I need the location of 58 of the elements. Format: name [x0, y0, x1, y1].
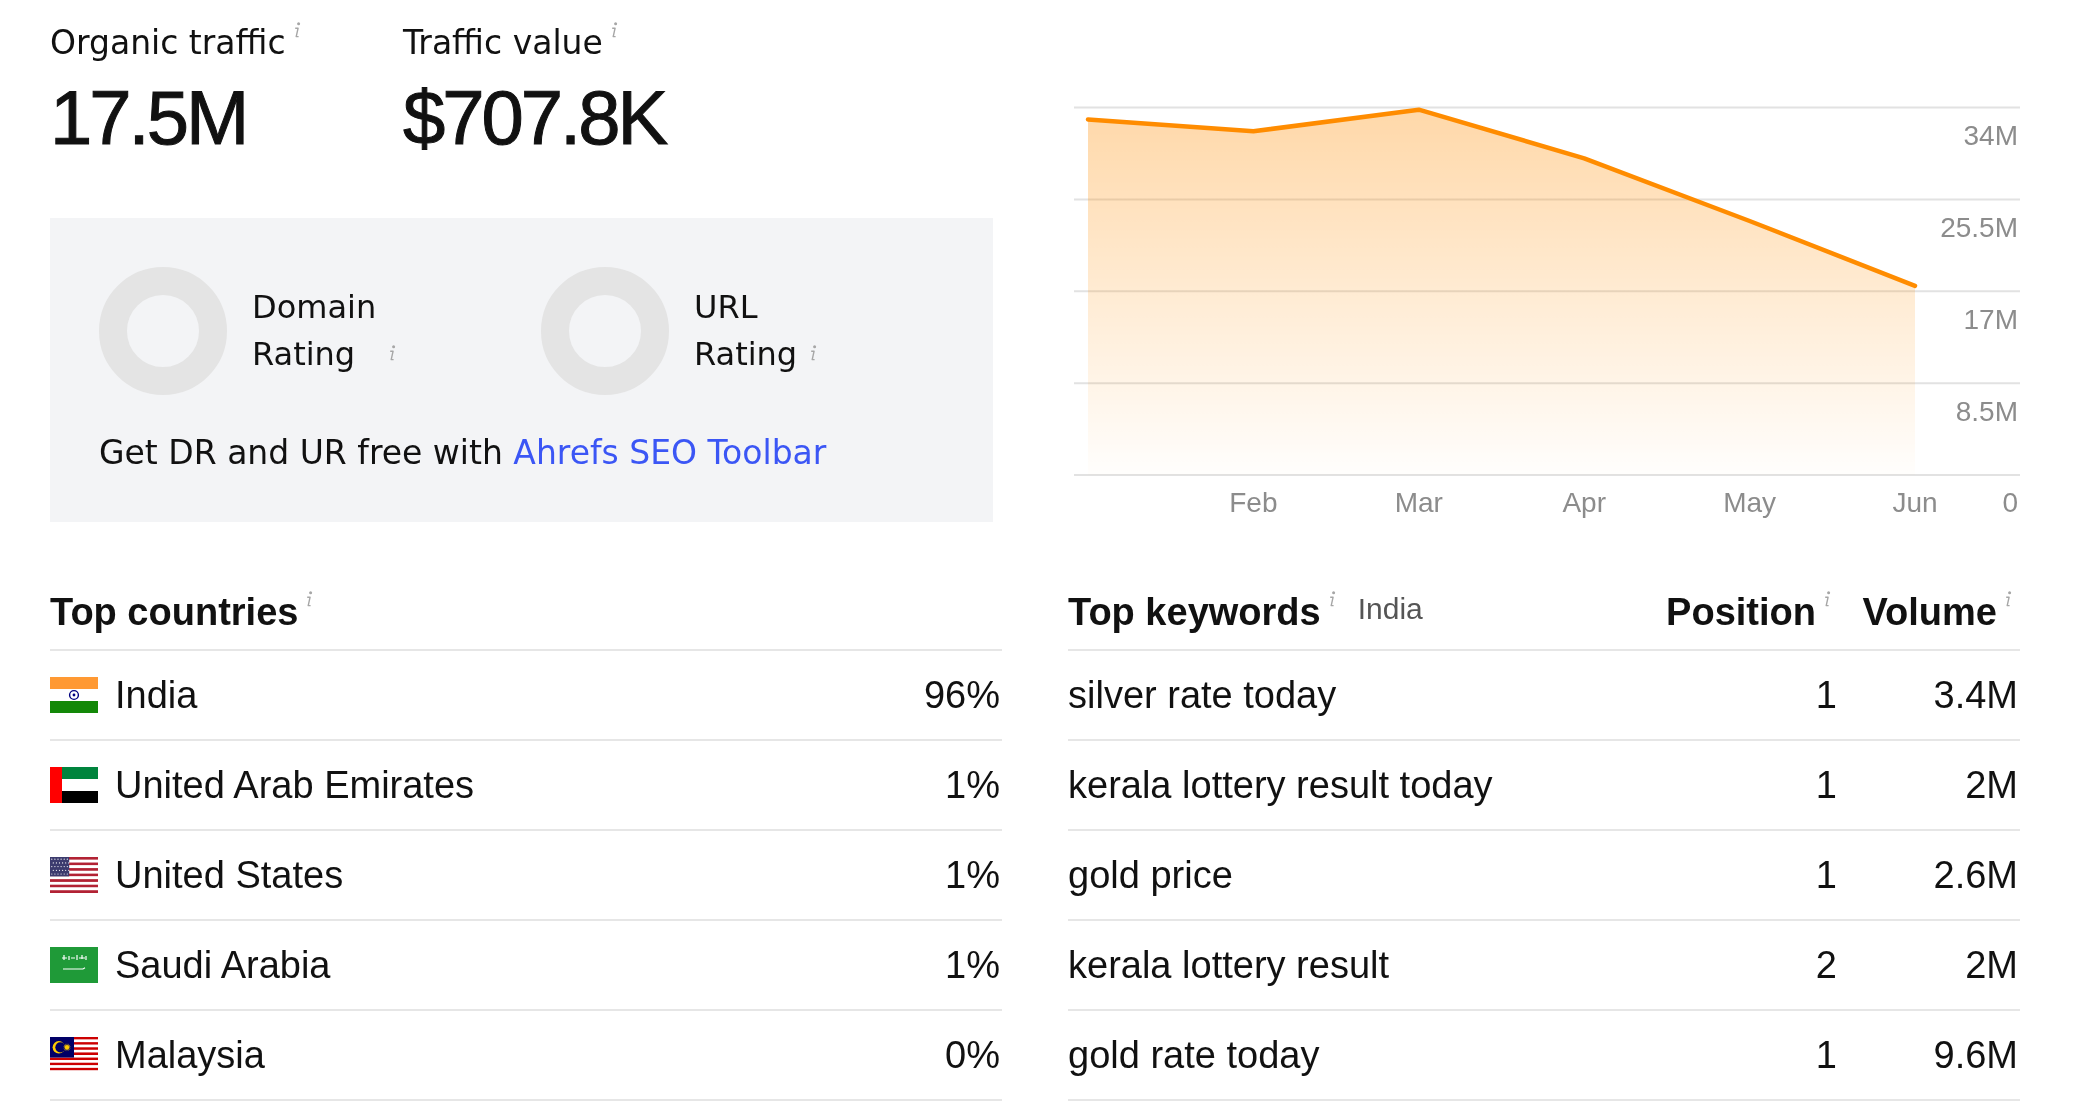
keyword-text: kerala lottery result today	[1068, 763, 1493, 808]
volume-value: 2M	[1965, 763, 2019, 808]
share-value: 0%	[945, 1033, 1001, 1078]
position-value: 1	[1815, 763, 1838, 808]
keyword-text: gold rate today	[1068, 1033, 1320, 1078]
keyword-text: gold price	[1068, 853, 1233, 898]
info-icon[interactable]	[2003, 591, 2012, 607]
country-name: Saudi Arabia	[115, 943, 331, 988]
flag-icon	[50, 1037, 98, 1073]
flag-icon	[50, 767, 98, 803]
position-value: 2	[1815, 943, 1838, 988]
column-header: Position	[1666, 590, 1816, 635]
country-name: United Arab Emirates	[115, 763, 475, 808]
metric-value: 17.5M	[50, 76, 247, 160]
info-icon[interactable]	[387, 345, 397, 361]
axis-label: 0	[2002, 487, 2018, 519]
flag-icon	[50, 857, 98, 893]
share-value: 96%	[923, 673, 1001, 718]
keyword-text: silver rate today	[1068, 673, 1337, 718]
column-header: Volume	[1862, 590, 1997, 635]
country-name: United States	[115, 853, 344, 898]
metric-label: Traffic value	[403, 22, 603, 64]
axis-label: 34M	[1963, 119, 2018, 151]
position-value: 1	[1815, 1033, 1838, 1078]
flag-icon	[50, 947, 98, 983]
info-icon[interactable]	[808, 345, 818, 361]
share-value: 1%	[945, 853, 1001, 898]
country-name: Malaysia	[115, 1033, 265, 1078]
position-value: 1	[1815, 673, 1838, 718]
axis-label: Mar	[1394, 487, 1443, 519]
axis-label: 25.5M	[1940, 211, 2018, 243]
metric-label: Organic traffic	[50, 22, 286, 64]
volume-value: 3.4M	[1933, 673, 2019, 718]
flag-icon	[50, 677, 98, 713]
rating-label: Domain Rating	[252, 287, 377, 375]
position-value: 1	[1815, 853, 1838, 898]
info-icon[interactable]	[1822, 591, 1831, 607]
axis-label: 8.5M	[1955, 395, 2018, 427]
volume-value: 2M	[1965, 943, 2019, 988]
share-value: 1%	[945, 943, 1001, 988]
country-label: India	[1357, 591, 1423, 627]
section-title: Top keywords	[1068, 590, 1321, 635]
toolbar-link[interactable]: Ahrefs SEO Toolbar	[513, 433, 827, 472]
axis-label: Feb	[1229, 487, 1278, 519]
axis-label: May	[1723, 487, 1777, 519]
axis-label: Jun	[1892, 487, 1938, 519]
axis-label: Apr	[1562, 487, 1606, 519]
volume-value: 9.6M	[1933, 1033, 2019, 1078]
rating-label: URL Rating	[694, 287, 798, 375]
axis-label: 17M	[1963, 303, 2018, 335]
promo-text: Get DR and UR free with Ahrefs SEO Toolbar	[99, 432, 827, 474]
section-title: Top countries	[50, 590, 299, 635]
keyword-text: kerala lottery result	[1068, 943, 1389, 988]
country-name: India	[115, 673, 198, 718]
volume-value: 2.6M	[1933, 853, 2019, 898]
metric-value: $707.8K	[403, 76, 666, 160]
info-icon[interactable]	[304, 591, 314, 607]
share-value: 1%	[945, 763, 1001, 808]
